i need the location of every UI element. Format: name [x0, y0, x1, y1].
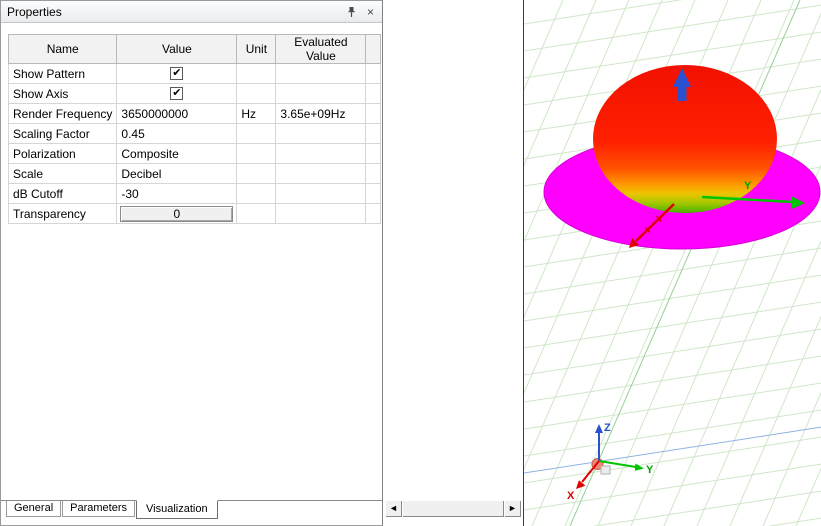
- property-name: Render Frequency: [7, 103, 118, 124]
- column-header-unit: Unit: [236, 34, 277, 64]
- property-row: Scale Decibel: [7, 163, 382, 184]
- property-unit: [236, 123, 277, 144]
- column-header-evaluated-value: Evaluated Value: [275, 34, 367, 64]
- row-filler: [365, 143, 382, 164]
- properties-table: Name Value Unit Evaluated Value Show Patter…: [7, 34, 382, 224]
- property-name: Show Pattern: [7, 63, 118, 84]
- tab-visualization[interactable]: Visualization: [136, 500, 218, 519]
- triad-z-label: Z: [604, 422, 611, 434]
- property-unit: [236, 63, 277, 84]
- property-name: Scaling Factor: [7, 123, 118, 144]
- property-value: 0: [116, 203, 238, 224]
- origin-box: [600, 465, 611, 475]
- property-name: Scale: [7, 163, 118, 184]
- property-unit: [236, 83, 277, 104]
- checkbox[interactable]: ✔: [170, 67, 184, 80]
- property-evaluated-value: [275, 203, 367, 224]
- property-row: Show Axis ✔: [7, 83, 382, 104]
- properties-panel: Properties × Name Value Unit Evaluated Valu…: [0, 0, 383, 526]
- property-row: Polarization Composite: [7, 143, 382, 164]
- property-unit: Hz: [236, 103, 277, 124]
- scroll-left-arrow[interactable]: ◄: [385, 500, 402, 517]
- table-corner: [365, 34, 382, 64]
- property-name: Transparency: [7, 203, 118, 224]
- row-filler: [365, 183, 382, 204]
- property-value: ✔: [116, 63, 238, 84]
- horizontal-scrollbar[interactable]: ◄ ►: [385, 500, 521, 517]
- property-evaluated-value: [275, 83, 367, 104]
- checkbox[interactable]: ✔: [170, 87, 184, 100]
- property-unit: [236, 183, 277, 204]
- row-filler: [365, 83, 382, 104]
- column-header-name: Name: [7, 34, 118, 64]
- tab-parameters[interactable]: Parameters: [62, 501, 135, 517]
- property-evaluated-value: 3.65e+09Hz: [275, 103, 367, 124]
- property-name: dB Cutoff: [7, 183, 118, 204]
- 3d-viewport[interactable]: Y Z Y X: [523, 0, 821, 526]
- property-unit: [236, 203, 277, 224]
- pin-icon[interactable]: [343, 4, 360, 19]
- property-value[interactable]: 0.45: [116, 123, 238, 144]
- panel-title: Properties: [7, 4, 62, 19]
- property-row: Render Frequency 3650000000 Hz 3.65e+09Hz: [7, 103, 382, 124]
- row-filler: [365, 123, 382, 144]
- scrollbar-track[interactable]: [402, 500, 504, 517]
- property-value[interactable]: -30: [116, 183, 238, 204]
- property-row: Show Pattern ✔: [7, 63, 382, 84]
- triad-x-label: X: [567, 490, 575, 502]
- tab-general[interactable]: General: [6, 501, 62, 517]
- scroll-right-arrow[interactable]: ►: [504, 500, 521, 517]
- table-header-row: Name Value Unit Evaluated Value: [7, 34, 382, 64]
- property-evaluated-value: [275, 163, 367, 184]
- middle-pane: ◄ ►: [384, 0, 523, 526]
- row-filler: [365, 103, 382, 124]
- y-axis-label: Y: [744, 180, 752, 192]
- property-name: Polarization: [7, 143, 118, 164]
- triad-y-label: Y: [646, 464, 654, 476]
- property-evaluated-value: [275, 143, 367, 164]
- application-window: Properties × Name Value Unit Evaluated Valu…: [0, 0, 821, 526]
- row-filler: [365, 63, 382, 84]
- property-row: Scaling Factor 0.45: [7, 123, 382, 144]
- property-unit: [236, 163, 277, 184]
- property-evaluated-value: [275, 123, 367, 144]
- property-value[interactable]: 3650000000: [116, 103, 238, 124]
- transparency-button[interactable]: 0: [120, 205, 234, 222]
- property-row: dB Cutoff -30: [7, 183, 382, 204]
- properties-titlebar: Properties ×: [1, 1, 382, 23]
- panel-tabbar: General Parameters Visualization: [1, 500, 382, 524]
- property-value[interactable]: Composite: [116, 143, 238, 164]
- property-value[interactable]: Decibel: [116, 163, 238, 184]
- property-name: Show Axis: [7, 83, 118, 104]
- row-filler: [365, 163, 382, 184]
- column-header-value: Value: [116, 34, 238, 64]
- property-evaluated-value: [275, 63, 367, 84]
- property-unit: [236, 143, 277, 164]
- close-icon[interactable]: ×: [362, 4, 379, 19]
- property-row: Transparency 0: [7, 203, 382, 224]
- property-evaluated-value: [275, 183, 367, 204]
- property-value: ✔: [116, 83, 238, 104]
- row-filler: [365, 203, 382, 224]
